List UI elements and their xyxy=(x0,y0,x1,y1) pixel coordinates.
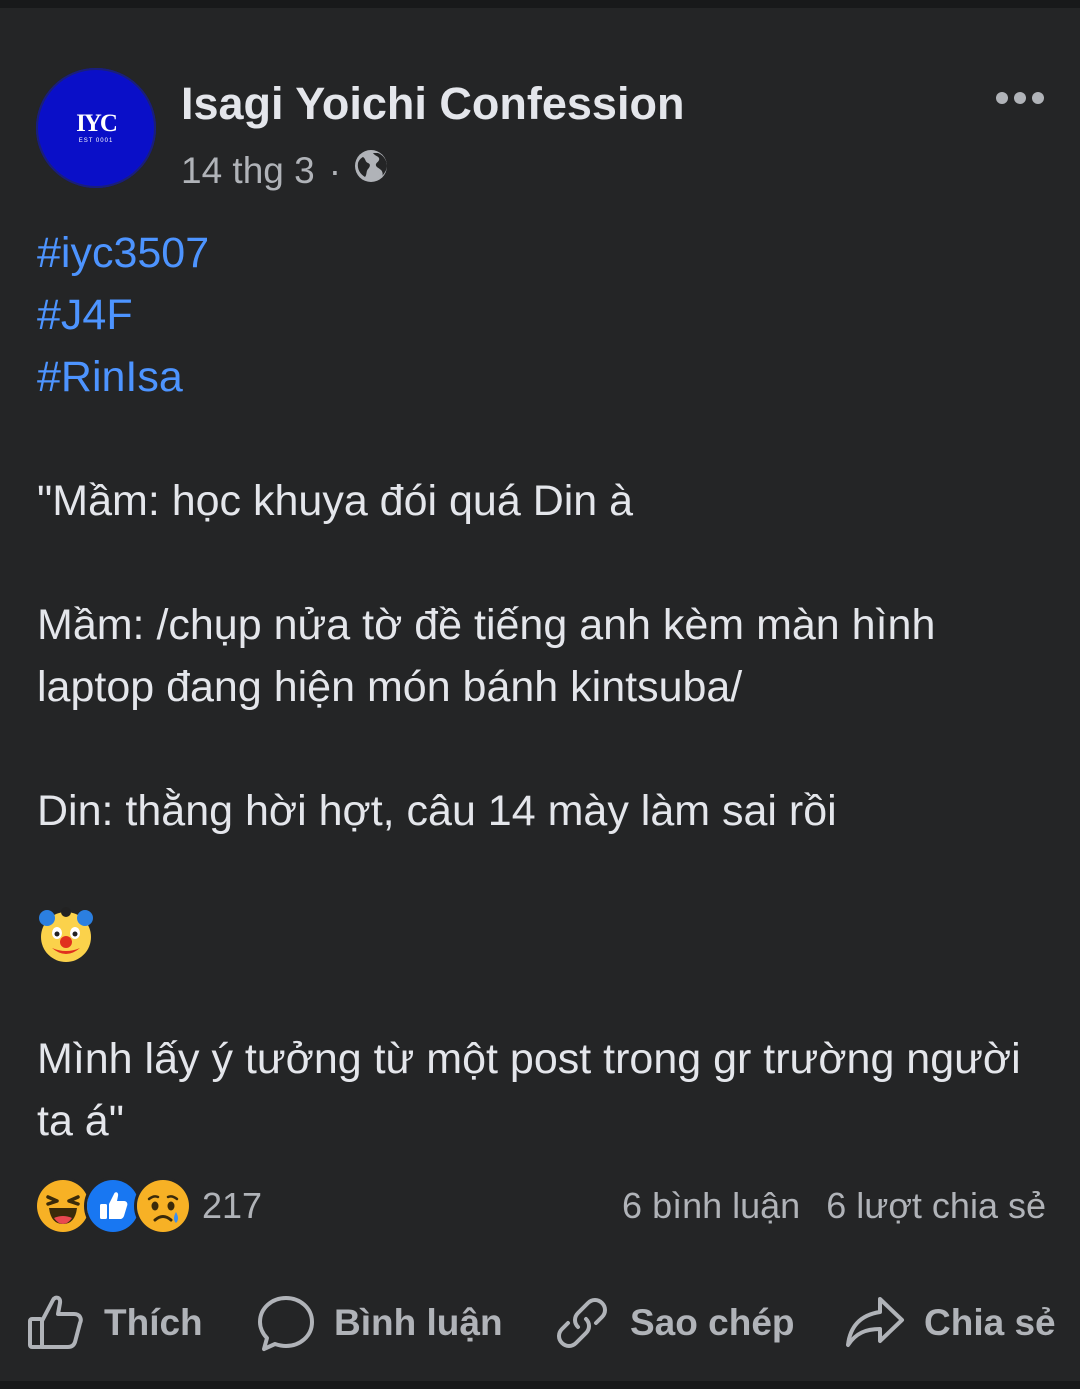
meta-separator: · xyxy=(328,149,342,191)
post-line: Mầm: /chụp nửa tờ đề tiếng anh kèm màn h… xyxy=(37,601,936,711)
share-arrow-icon xyxy=(846,1297,904,1347)
clown-face-emoji xyxy=(39,907,93,962)
share-button-label: Chia sẻ xyxy=(924,1302,1056,1343)
comment-button-label: Bình luận xyxy=(334,1302,503,1343)
post-line: Mình lấy ý tưởng từ một post trong gr tr… xyxy=(37,1035,1021,1145)
link-icon xyxy=(557,1298,607,1348)
hashtag-link[interactable]: #J4F xyxy=(37,291,133,339)
comment-count-link[interactable]: 6 bình luận xyxy=(622,1185,800,1227)
share-count-link[interactable]: 6 lượt chia sẻ xyxy=(826,1185,1046,1227)
post-stats: 217 6 bình luận 6 lượt chia sẻ xyxy=(34,1176,1046,1236)
more-horizontal-icon xyxy=(996,92,1044,104)
post-card: IYC EST 0001 Isagi Yoichi Confession 14 … xyxy=(0,8,1080,1381)
post-line: Din: thằng hời hợt, câu 14 mày làm sai r… xyxy=(37,787,837,835)
copy-link-button[interactable]: Sao chép xyxy=(552,1283,795,1363)
post-action-bar: Thích Bình luận Sao chép Chia sẻ xyxy=(0,1283,1080,1363)
sad-reaction-icon xyxy=(134,1177,192,1235)
like-button[interactable]: Thích xyxy=(26,1283,203,1363)
copy-link-label: Sao chép xyxy=(630,1302,795,1343)
like-button-label: Thích xyxy=(104,1302,203,1343)
comment-button[interactable]: Bình luận xyxy=(256,1283,503,1363)
page-avatar[interactable]: IYC EST 0001 xyxy=(36,68,156,188)
post-line: "Mầm: học khuya đói quá Din à xyxy=(37,477,634,525)
hashtag-link[interactable]: #RinIsa xyxy=(37,353,183,401)
reaction-summary[interactable]: 217 xyxy=(34,1177,262,1235)
globe-icon xyxy=(353,148,389,193)
hashtag-link[interactable]: #iyc3507 xyxy=(37,229,209,277)
thumbs-up-icon xyxy=(28,1295,83,1349)
post-meta: 14 thg 3 · xyxy=(181,148,389,193)
page-name-link[interactable]: Isagi Yoichi Confession xyxy=(181,78,684,130)
share-button[interactable]: Chia sẻ xyxy=(844,1283,1056,1363)
comment-bubble-icon xyxy=(258,1296,314,1351)
reaction-count: 217 xyxy=(202,1185,263,1226)
avatar-logo-text: IYC xyxy=(76,110,118,137)
avatar-est-text: EST 0001 xyxy=(78,138,114,144)
post-date[interactable]: 14 thg 3 xyxy=(181,150,315,192)
post-text: #iyc3507 #J4F #RinIsa "Mầm: học khuya đó… xyxy=(37,222,1047,1152)
more-options-button[interactable] xyxy=(990,78,1050,118)
